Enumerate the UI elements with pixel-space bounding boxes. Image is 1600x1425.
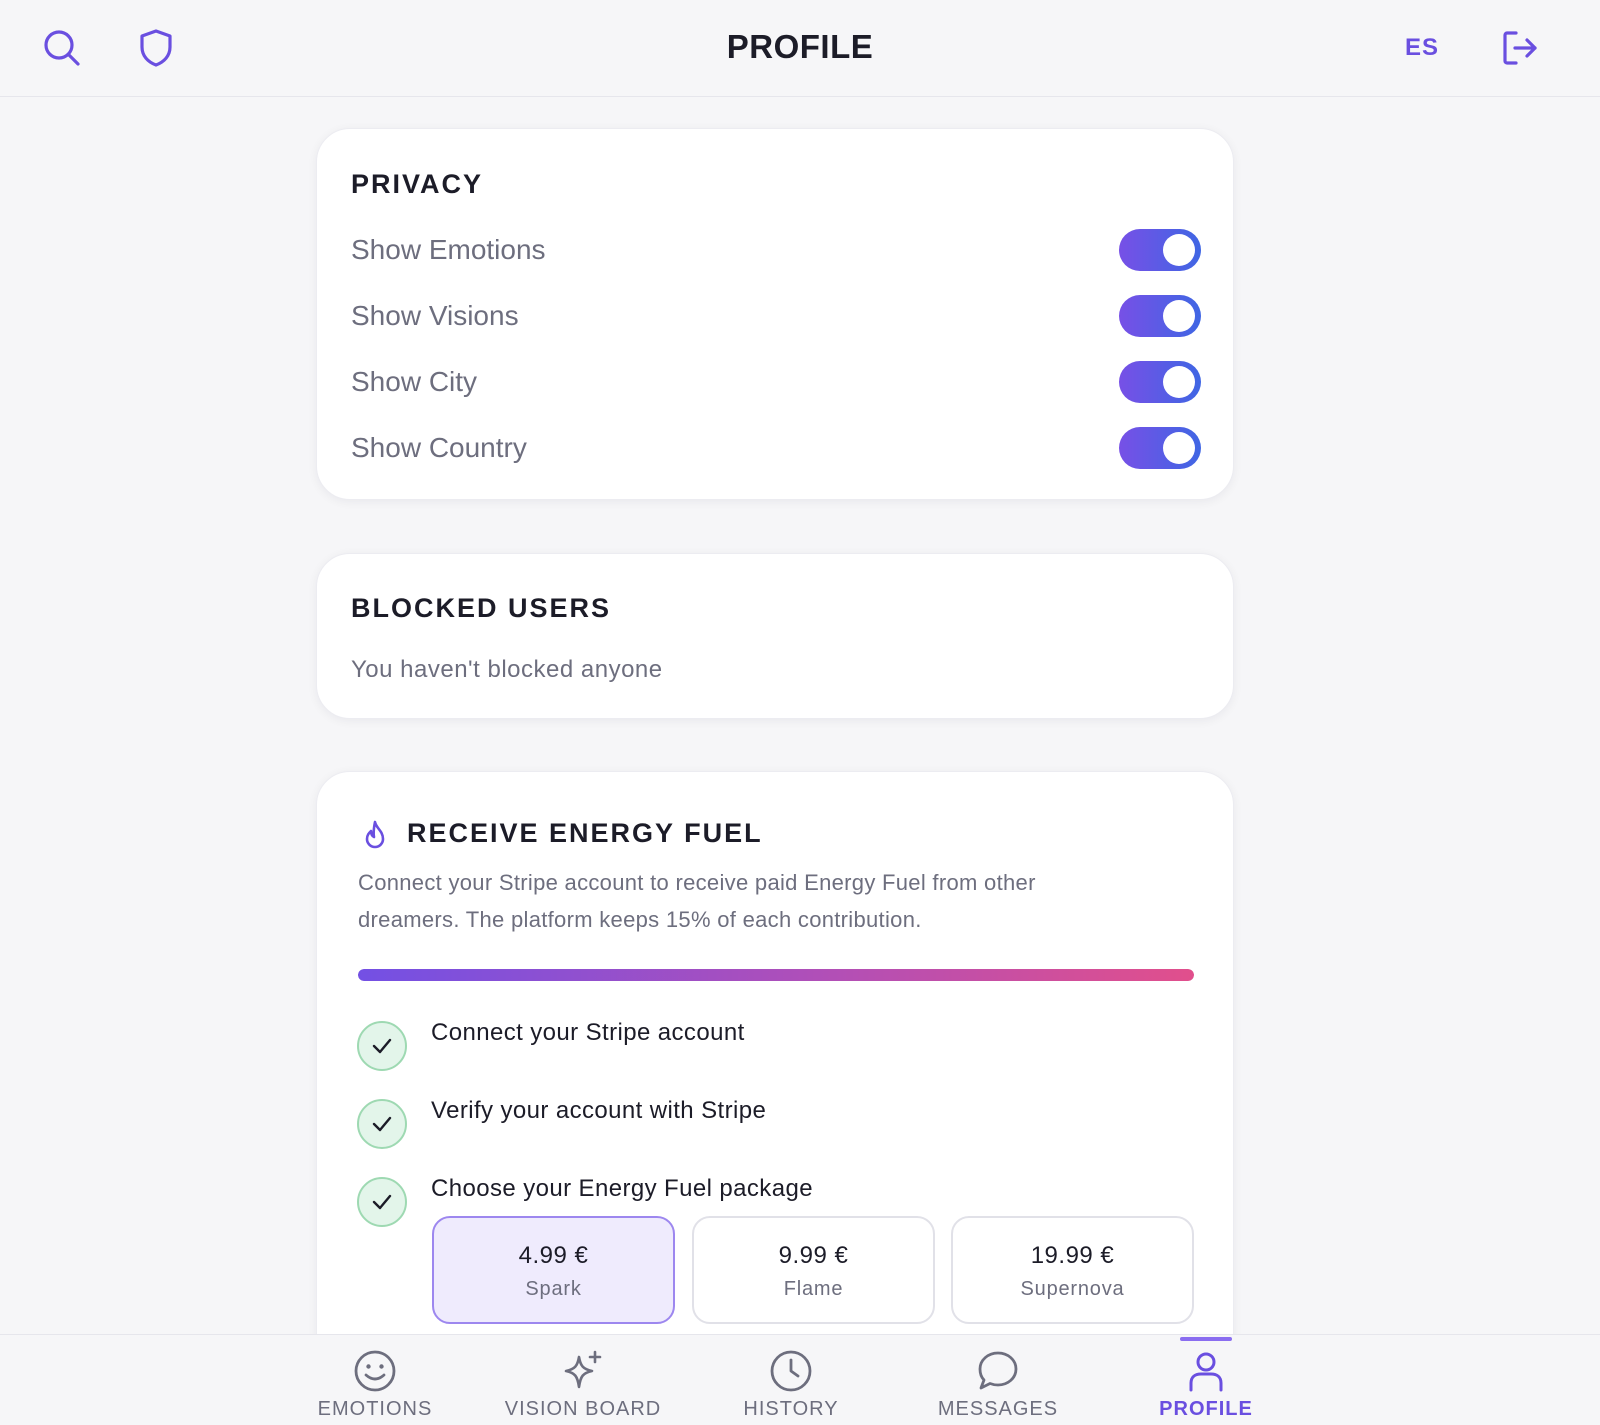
blocked-users-card: BLOCKED USERS You haven't blocked anyone (316, 553, 1234, 719)
language-switch[interactable]: ES (1405, 34, 1439, 62)
show-country-toggle[interactable] (1119, 427, 1201, 469)
check-icon (357, 1177, 407, 1227)
package-flame[interactable]: 9.99 € Flame (692, 1216, 935, 1324)
check-icon (357, 1021, 407, 1071)
nav-label: HISTORY (743, 1398, 839, 1420)
logout-button[interactable] (1498, 26, 1542, 70)
smiley-icon (354, 1350, 396, 1392)
blocked-users-empty-text: You haven't blocked anyone (351, 656, 663, 683)
toggle-row-show-city: Show City (351, 360, 1201, 404)
sparkle-icon (564, 1350, 602, 1389)
step-label: Choose your Energy Fuel package (431, 1175, 813, 1202)
package-name: Spark (525, 1278, 582, 1300)
nav-messages[interactable]: MESSAGES (898, 1335, 1098, 1425)
nav-label: VISION BOARD (504, 1398, 662, 1420)
show-visions-toggle[interactable] (1119, 295, 1201, 337)
toggle-row-show-emotions: Show Emotions (351, 228, 1201, 272)
toggle-knob (1163, 366, 1195, 398)
nav-label: PROFILE (1159, 1398, 1253, 1420)
package-price: 4.99 € (518, 1242, 589, 1269)
toggle-knob (1163, 432, 1195, 464)
nav-history[interactable]: HISTORY (691, 1335, 891, 1425)
show-city-toggle[interactable] (1119, 361, 1201, 403)
logout-icon (1503, 31, 1537, 65)
privacy-card: PRIVACY Show Emotions Show Visions Show … (316, 128, 1234, 500)
step-label: Connect your Stripe account (431, 1019, 745, 1046)
energy-fuel-title: RECEIVE ENERGY FUEL (407, 818, 763, 848)
chat-bubble-icon (978, 1351, 1018, 1390)
step-verify-stripe: Verify your account with Stripe (357, 1097, 1157, 1151)
clock-icon (770, 1350, 812, 1392)
setup-progress-fill (358, 969, 1194, 981)
user-icon (1189, 1352, 1223, 1392)
package-spark[interactable]: 4.99 € Spark (432, 1216, 675, 1324)
toggle-label: Show City (351, 366, 478, 397)
toggle-row-show-visions: Show Visions (351, 294, 1201, 338)
nav-profile[interactable]: PROFILE (1106, 1335, 1306, 1425)
blocked-users-title: BLOCKED USERS (351, 593, 612, 623)
toggle-knob (1163, 300, 1195, 332)
bottom-nav: EMOTIONS VISION BOARD HISTORY MESSAGES P… (0, 1334, 1600, 1425)
top-header: PROFILE ES (0, 0, 1600, 97)
toggle-label: Show Country (351, 432, 527, 463)
check-icon (357, 1099, 407, 1149)
toggle-knob (1163, 234, 1195, 266)
setup-progress-bar (358, 969, 1194, 981)
nav-label: MESSAGES (937, 1398, 1059, 1420)
energy-fuel-description: Connect your Stripe account to receive p… (358, 870, 1036, 932)
step-connect-stripe: Connect your Stripe account (357, 1019, 1157, 1073)
flame-icon (365, 820, 385, 849)
privacy-title: PRIVACY (351, 169, 484, 199)
package-name: Supernova (1020, 1278, 1125, 1300)
nav-emotions[interactable]: EMOTIONS (275, 1335, 475, 1425)
package-price: 9.99 € (778, 1242, 849, 1269)
step-label: Verify your account with Stripe (431, 1097, 767, 1124)
show-emotions-toggle[interactable] (1119, 229, 1201, 271)
toggle-label: Show Visions (351, 300, 519, 331)
nav-label: EMOTIONS (317, 1398, 433, 1420)
active-tab-indicator (1180, 1337, 1232, 1341)
toggle-label: Show Emotions (351, 234, 546, 265)
package-name: Flame (783, 1278, 844, 1300)
package-supernova[interactable]: 19.99 € Supernova (951, 1216, 1194, 1324)
nav-vision-board[interactable]: VISION BOARD (483, 1335, 683, 1425)
page-title: PROFILE (726, 28, 874, 65)
energy-fuel-card: RECEIVE ENERGY FUEL Connect your Stripe … (316, 771, 1234, 1391)
toggle-row-show-country: Show Country (351, 426, 1201, 470)
package-price: 19.99 € (1030, 1242, 1115, 1269)
